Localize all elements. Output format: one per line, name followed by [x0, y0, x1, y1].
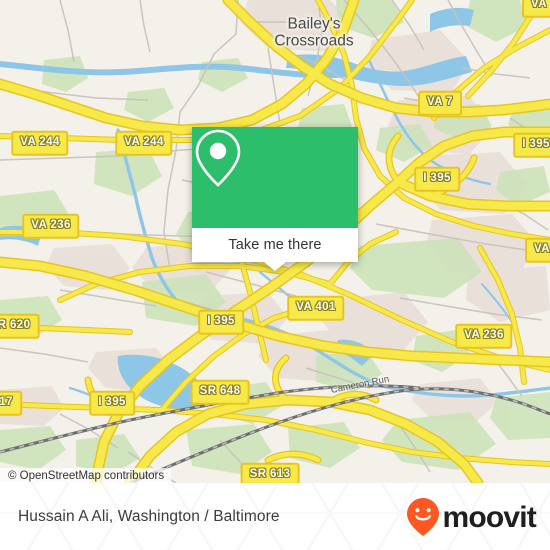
popup-image-area: [192, 127, 358, 228]
shield-sr-620[interactable]: SR 620: [0, 313, 40, 339]
moovit-map-share-card: Bailey's Crossroads Cameron Run VA 7 VA …: [0, 0, 550, 550]
place-label-baileys-crossroads: Bailey's Crossroads: [274, 16, 353, 51]
map-canvas[interactable]: Bailey's Crossroads Cameron Run VA 7 VA …: [0, 0, 550, 483]
shield-va-7-top[interactable]: VA 7: [418, 90, 462, 116]
take-me-there-label: Take me there: [228, 237, 322, 253]
shield-sr-613[interactable]: SR 613: [240, 462, 300, 483]
osm-attribution[interactable]: © OpenStreetMap contributors: [0, 468, 172, 483]
shield-va-236-right[interactable]: VA 236: [455, 323, 513, 349]
shield-17[interactable]: 17: [0, 390, 22, 416]
shield-i395-bottom[interactable]: I 395: [89, 390, 135, 416]
location-popup-card[interactable]: Take me there: [192, 127, 358, 271]
shield-i395-lower[interactable]: I 395: [198, 309, 244, 335]
moovit-brand-logo[interactable]: moovit: [406, 497, 537, 537]
place-label-line2: Crossroads: [274, 33, 354, 50]
footer-bar: Hussain A Ali, Washington / Baltimore mo…: [0, 483, 550, 550]
place-label-line1: Bailey's: [287, 15, 341, 33]
shield-i395-mid[interactable]: I 395: [414, 166, 460, 192]
shield-va-right[interactable]: VA: [525, 237, 550, 263]
shield-va-236-left[interactable]: VA 236: [22, 213, 80, 239]
location-title: Hussain A Ali, Washington / Baltimore: [18, 507, 280, 525]
shield-va-244-mid[interactable]: VA 244: [115, 130, 173, 156]
popup-pointer-tail: [264, 262, 286, 271]
shield-va-top-right[interactable]: VA: [522, 0, 550, 18]
shield-va-244-left[interactable]: VA 244: [11, 130, 69, 156]
shield-sr-648[interactable]: SR 648: [190, 379, 250, 405]
moovit-smiling-pin-icon: [407, 497, 440, 536]
shield-i395-right[interactable]: I 395: [513, 132, 550, 158]
moovit-wordmark: moovit: [442, 500, 536, 534]
shield-va-401[interactable]: VA 401: [287, 295, 345, 321]
location-pin-icon: [195, 129, 241, 187]
popup-cta-area[interactable]: Take me there: [192, 228, 358, 262]
